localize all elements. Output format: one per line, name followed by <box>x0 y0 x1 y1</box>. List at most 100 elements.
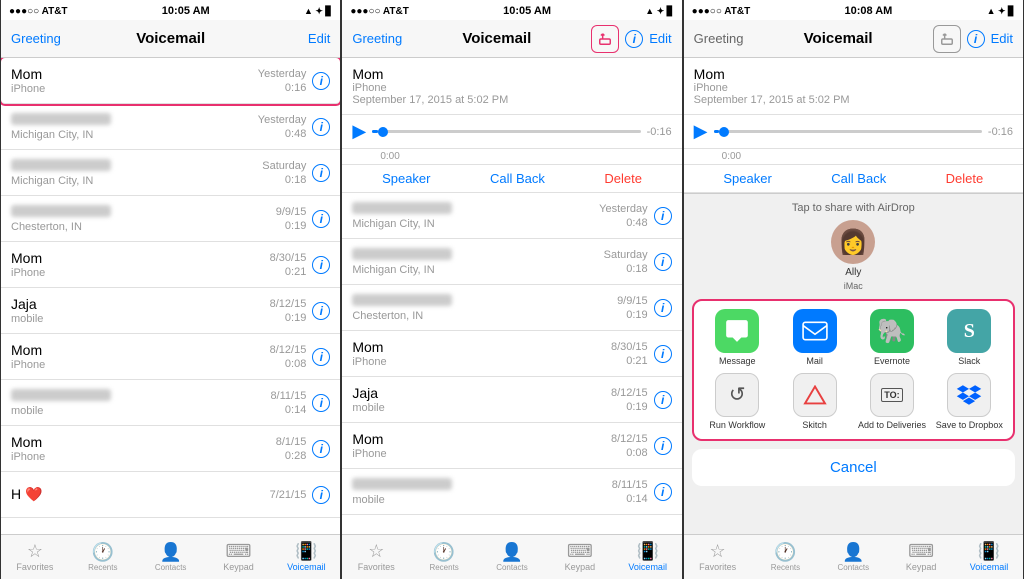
nav-edit-3[interactable]: Edit <box>991 31 1013 46</box>
tab-voicemail-2[interactable]: 📳 Voicemail <box>614 535 682 579</box>
voicemail-item-mom-2[interactable]: Mom iPhone 8/30/15 0:21 i <box>1 242 340 288</box>
voicemail-item-mom-6[interactable]: Mom iPhone 8/12/15 0:08 i <box>342 423 681 469</box>
info-icon[interactable]: i <box>654 207 672 225</box>
time-start-3: 0:00 <box>684 149 1023 165</box>
share-app-message[interactable]: Message <box>702 309 773 367</box>
keypad-icon: ⌨ <box>567 542 593 560</box>
play-button-3[interactable]: ▶ <box>694 121 708 142</box>
callback-button[interactable]: Call Back <box>490 171 545 186</box>
phones-container: ●●●○○ AT&T 10:05 AM ▲ ✦ ▊ Greeting Voice… <box>0 0 1024 579</box>
delete-button[interactable]: Delete <box>604 171 642 186</box>
info-icon[interactable]: i <box>654 483 672 501</box>
tab-contacts-1[interactable]: 👤 Contacts <box>137 535 205 579</box>
tab-voicemail-3[interactable]: 📳 Voicemail <box>955 535 1023 579</box>
voicemail-item-mom-3[interactable]: Mom iPhone 8/12/15 0:08 i <box>1 334 340 380</box>
tab-contacts-2[interactable]: 👤 Contacts <box>478 535 546 579</box>
info-icon[interactable]: i <box>312 118 330 136</box>
contacts-icon-3: 👤 <box>842 543 864 561</box>
info-icon[interactable]: i <box>654 345 672 363</box>
tab-recents-1[interactable]: 🕐 Recents <box>69 535 137 579</box>
info-icon[interactable]: i <box>312 72 330 90</box>
progress-track-3[interactable] <box>714 130 982 133</box>
tab-keypad-1[interactable]: ⌨ Keypad <box>205 535 273 579</box>
voicemail-item-blurred-7[interactable]: Chesterton, IN 9/9/15 0:19 i <box>342 285 681 331</box>
status-icons-2: ▲ ✦ ▊ <box>645 6 673 17</box>
share-app-dropbox[interactable]: Save to Dropbox <box>934 373 1005 431</box>
nav-greeting-1[interactable]: Greeting <box>11 31 61 46</box>
tab-keypad-2[interactable]: ⌨ Keypad <box>546 535 614 579</box>
info-icon[interactable]: i <box>312 394 330 412</box>
share-app-evernote[interactable]: 🐘 Evernote <box>856 309 927 367</box>
tab-favorites-3[interactable]: ☆ Favorites <box>684 535 752 579</box>
info-icon[interactable]: i <box>654 437 672 455</box>
info-icon[interactable]: i <box>312 348 330 366</box>
info-icon[interactable]: i <box>312 210 330 228</box>
tab-recents-3[interactable]: 🕐 Recents <box>752 535 820 579</box>
airdrop-contact-ally[interactable]: 👩 Ally iMac <box>831 220 875 291</box>
detail-sub-3: iPhone <box>694 82 1013 94</box>
delete-button-3[interactable]: Delete <box>946 171 984 186</box>
voicemail-item-blurred-5[interactable]: Michigan City, IN Yesterday 0:48 i <box>342 193 681 239</box>
mail-icon <box>793 309 837 353</box>
tab-voicemail-1[interactable]: 📳 Voicemail <box>272 535 340 579</box>
speaker-button[interactable]: Speaker <box>382 171 430 186</box>
share-app-skitch[interactable]: Skitch <box>779 373 850 431</box>
tab-label: Keypad <box>565 562 596 572</box>
info-icon[interactable]: i <box>654 391 672 409</box>
play-button[interactable]: ▶ <box>352 121 366 142</box>
nav-greeting-3[interactable]: Greeting <box>694 31 744 46</box>
tab-label: Favorites <box>699 562 736 572</box>
nav-edit-1[interactable]: Edit <box>280 31 330 46</box>
voicemail-item-blurred-8[interactable]: mobile 8/11/15 0:14 i <box>342 469 681 515</box>
voicemail-item-blurred-4[interactable]: mobile 8/11/15 0:14 i <box>1 380 340 426</box>
info-icon-detail[interactable]: i <box>625 30 643 48</box>
voicemail-item-blurred-3[interactable]: Chesterton, IN 9/9/15 0:19 i <box>1 196 340 242</box>
info-icon[interactable]: i <box>312 486 330 504</box>
info-icon[interactable]: i <box>312 302 330 320</box>
tab-contacts-3[interactable]: 👤 Contacts <box>819 535 887 579</box>
evernote-icon: 🐘 <box>870 309 914 353</box>
info-icon[interactable]: i <box>654 253 672 271</box>
time-end: -0:16 <box>647 126 672 138</box>
cancel-button[interactable]: Cancel <box>692 449 1015 486</box>
contacts-icon: 👤 <box>159 543 181 561</box>
nav-greeting-2[interactable]: Greeting <box>352 31 402 46</box>
info-icon-3[interactable]: i <box>967 30 985 48</box>
tab-recents-2[interactable]: 🕐 Recents <box>410 535 478 579</box>
status-icons-1: ▲ ✦ ▊ <box>304 6 332 17</box>
time-2: 10:05 AM <box>503 5 551 17</box>
voicemail-item-mom-selected[interactable]: Mom iPhone Yesterday 0:16 i <box>1 58 340 104</box>
voicemail-item-mom-5[interactable]: Mom iPhone 8/30/15 0:21 i <box>342 331 681 377</box>
voicemail-detail-header: Mom iPhone September 17, 2015 at 5:02 PM <box>342 58 681 115</box>
app-label: Mail <box>806 356 823 367</box>
speaker-button-3[interactable]: Speaker <box>723 171 771 186</box>
voicemail-item-blurred-2[interactable]: Michigan City, IN Saturday 0:18 i <box>1 150 340 196</box>
tab-label: Recents <box>429 563 458 572</box>
info-icon[interactable]: i <box>312 164 330 182</box>
voicemail-item-mom-4[interactable]: Mom iPhone 8/1/15 0:28 i <box>1 426 340 472</box>
info-icon[interactable]: i <box>312 256 330 274</box>
tab-favorites-1[interactable]: ☆ Favorites <box>1 535 69 579</box>
share-button-3[interactable] <box>933 25 961 53</box>
voicemail-item-h[interactable]: H ❤️ 7/21/15 i <box>1 472 340 518</box>
voicemail-item-blurred-6[interactable]: Michigan City, IN Saturday 0:18 i <box>342 239 681 285</box>
tab-bar-2: ☆ Favorites 🕐 Recents 👤 Contacts ⌨ Keypa… <box>342 534 681 579</box>
share-app-mail[interactable]: Mail <box>779 309 850 367</box>
voicemail-item-jaja-2[interactable]: Jaja mobile 8/12/15 0:19 i <box>342 377 681 423</box>
tab-favorites-2[interactable]: ☆ Favorites <box>342 535 410 579</box>
share-button[interactable] <box>591 25 619 53</box>
app-label: Evernote <box>874 356 910 367</box>
tab-keypad-3[interactable]: ⌨ Keypad <box>887 535 955 579</box>
info-icon[interactable]: i <box>312 440 330 458</box>
action-bar-2: Speaker Call Back Delete <box>342 165 681 193</box>
nav-edit-2[interactable]: Edit <box>649 31 671 46</box>
callback-button-3[interactable]: Call Back <box>831 171 886 186</box>
share-app-slack[interactable]: S Slack <box>934 309 1005 367</box>
voicemail-item-blurred-1[interactable]: Michigan City, IN Yesterday 0:48 i <box>1 104 340 150</box>
app-label: Save to Dropbox <box>936 420 1003 431</box>
progress-track[interactable] <box>372 130 640 133</box>
info-icon[interactable]: i <box>654 299 672 317</box>
share-app-workflow[interactable]: ↺ Run Workflow <box>702 373 773 431</box>
share-app-deliveries[interactable]: TO: Add to Deliveries <box>856 373 927 431</box>
voicemail-item-jaja-1[interactable]: Jaja mobile 8/12/15 0:19 i <box>1 288 340 334</box>
